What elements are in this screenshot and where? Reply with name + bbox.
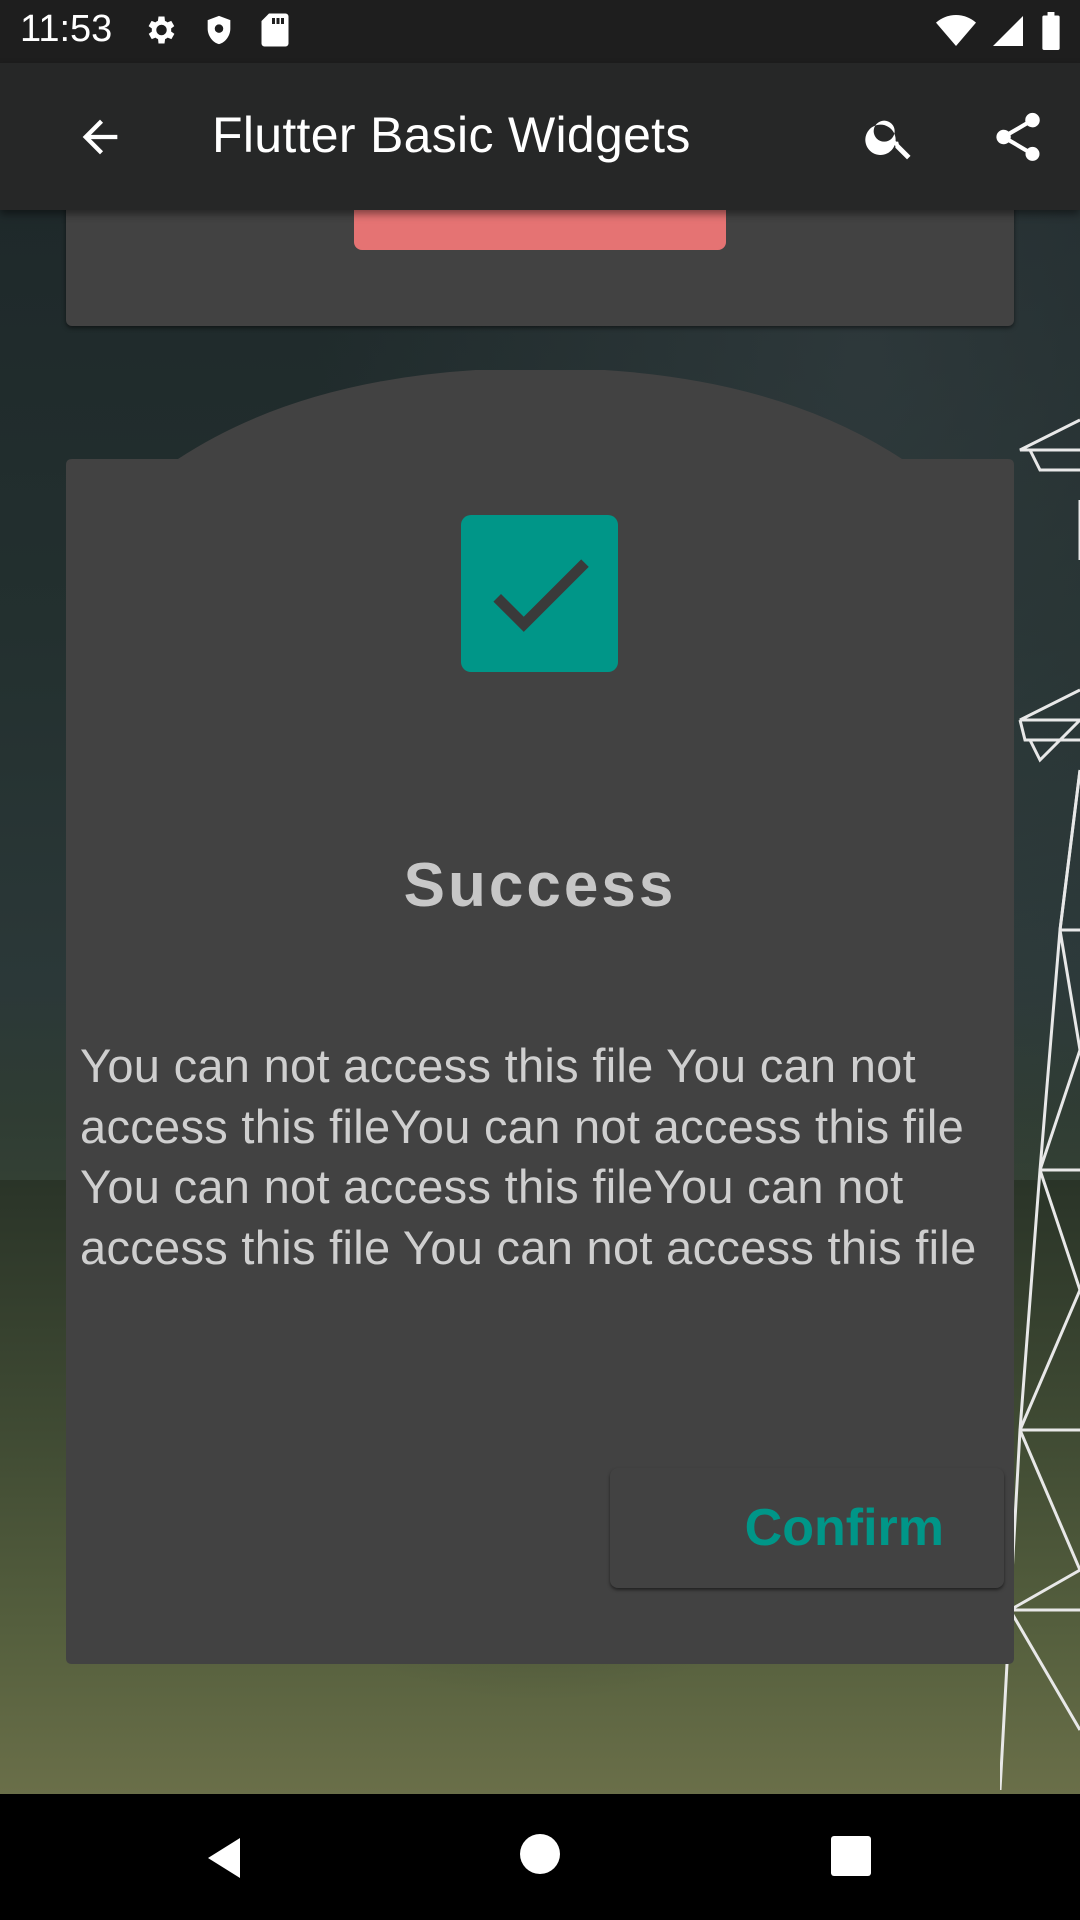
signal-icon (993, 16, 1023, 46)
check-box-icon (461, 515, 618, 672)
search-button[interactable] (860, 107, 920, 167)
status-icons-left (142, 12, 290, 48)
nav-back-icon[interactable] (202, 1834, 250, 1882)
screen: 11:53 Flutter Basic Widgets Success You … (0, 0, 1080, 1920)
confirm-button[interactable]: Confirm (610, 1468, 1004, 1588)
settings-icon (148, 16, 175, 44)
share-icon (996, 112, 1040, 161)
success-dialog: Success You can not access this file You… (66, 370, 1014, 1664)
page-title: Flutter Basic Widgets (212, 107, 691, 163)
dialog-message: You can not access this file You can not… (80, 1039, 977, 1274)
confirm-label: Confirm (744, 1499, 944, 1557)
status-time: 11:53 (20, 8, 113, 50)
shield-icon (207, 15, 231, 45)
previous-card-button[interactable] (354, 206, 726, 250)
app-bar: Flutter Basic Widgets (0, 63, 1080, 210)
sd-card-icon (261, 13, 289, 47)
search-icon (865, 120, 911, 160)
battery-icon (1042, 12, 1060, 50)
nav-home-icon[interactable] (520, 1834, 560, 1874)
wifi-icon (936, 15, 976, 46)
arrow-back-icon (82, 119, 118, 155)
back-button[interactable] (70, 107, 130, 167)
dialog-title: Success (403, 851, 677, 920)
share-button[interactable] (988, 105, 1048, 169)
checkmark-icon (492, 558, 589, 632)
status-icons-right (936, 12, 1062, 50)
navigation-bar (0, 1794, 1080, 1920)
status-bar: 11:53 (0, 0, 1080, 63)
nav-recents-icon[interactable] (831, 1836, 871, 1876)
